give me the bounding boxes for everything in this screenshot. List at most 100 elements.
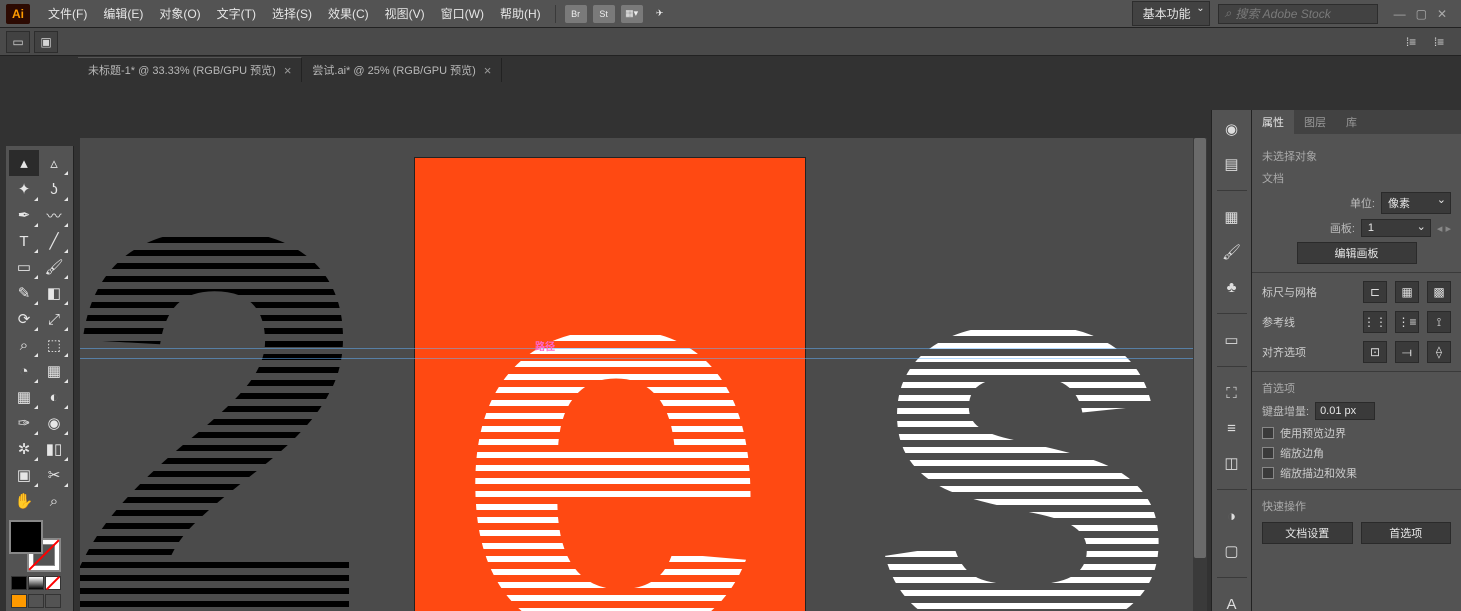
character-panel-icon[interactable]: A [1221, 593, 1243, 611]
symbol-sprayer-tool[interactable]: ✲ [9, 436, 39, 462]
guides-show-icon[interactable]: ⋮⋮ [1363, 311, 1387, 333]
paintbrush-tool[interactable]: 🖌 [39, 254, 69, 280]
workspace-switcher[interactable]: 基本功能 [1132, 1, 1210, 26]
edit-artboards-button[interactable]: 编辑画板 [1297, 242, 1417, 264]
color-panel-icon[interactable]: ◉ [1221, 118, 1243, 140]
minimize-button[interactable]: ― [1394, 7, 1406, 21]
slice-tool[interactable]: ✂ [39, 462, 69, 488]
lasso-tool[interactable]: ʖ [39, 176, 69, 202]
units-select[interactable]: 像素 [1381, 192, 1451, 214]
zoom-tool[interactable]: ⌕ [39, 488, 69, 514]
artboard-tool[interactable]: ▣ [9, 462, 39, 488]
panel-collapse-icon[interactable]: ⁞≡ [1399, 31, 1423, 53]
doc-tab-1[interactable]: 未标题-1* @ 33.33% (RGB/GPU 预览) × [78, 57, 302, 82]
graphic-styles-icon[interactable]: ▢ [1221, 540, 1243, 562]
pen-tool[interactable]: ✒ [9, 202, 39, 228]
draw-inside-icon[interactable] [45, 594, 61, 608]
maximize-button[interactable]: ▢ [1416, 7, 1427, 21]
menu-help[interactable]: 帮助(H) [492, 1, 549, 26]
transform-panel-icon[interactable]: ⛶ [1221, 382, 1243, 404]
scale-tool[interactable]: ⤢ [39, 306, 69, 332]
stock-icon[interactable]: St [593, 5, 615, 23]
document-setup-icon[interactable]: ▣ [34, 31, 58, 53]
gradient-tool[interactable]: ◐ [39, 384, 69, 410]
magic-wand-tool[interactable]: ✦ [9, 176, 39, 202]
menu-effect[interactable]: 效果(C) [320, 1, 377, 26]
preferences-button[interactable]: 首选项 [1361, 522, 1452, 544]
ruler-icon[interactable]: ⊏ [1363, 281, 1387, 303]
menu-view[interactable]: 视图(V) [377, 1, 433, 26]
eraser-tool[interactable]: ◧ [39, 280, 69, 306]
menu-select[interactable]: 选择(S) [264, 1, 320, 26]
hand-tool[interactable]: ✋ [9, 488, 39, 514]
guides-lock-icon[interactable]: ⋮≡ [1395, 311, 1419, 333]
artboard-stepper[interactable]: ◂ ▸ [1437, 222, 1451, 235]
preview-bounds-checkbox[interactable] [1262, 427, 1274, 439]
tab-layers[interactable]: 图层 [1294, 110, 1336, 134]
close-button[interactable]: ✕ [1437, 7, 1447, 21]
scroll-thumb[interactable] [1194, 138, 1206, 558]
stroke-panel-icon[interactable]: ▭ [1221, 329, 1243, 351]
color-mode-icon[interactable] [11, 576, 27, 590]
line-tool[interactable]: ╱ [39, 228, 69, 254]
draw-behind-icon[interactable] [28, 594, 44, 608]
color-guide-icon[interactable]: ▤ [1221, 153, 1243, 175]
artboard-select[interactable]: 1 [1361, 219, 1431, 237]
no-selection-label: 未选择对象 [1262, 148, 1451, 164]
tab-properties[interactable]: 属性 [1252, 110, 1294, 134]
graph-tool[interactable]: ▮▯ [39, 436, 69, 462]
free-transform-tool[interactable]: ⬚ [39, 332, 69, 358]
rectangle-tool[interactable]: ▭ [9, 254, 39, 280]
scale-strokes-checkbox[interactable] [1262, 467, 1274, 479]
symbols-panel-icon[interactable]: ♣ [1221, 276, 1243, 298]
keyboard-increment-input[interactable]: 0.01 px [1315, 402, 1375, 420]
menu-window[interactable]: 窗口(W) [433, 1, 492, 26]
direct-selection-tool[interactable]: ▵ [39, 150, 69, 176]
close-icon[interactable]: × [484, 63, 492, 78]
menu-file[interactable]: 文件(F) [40, 1, 95, 26]
rotate-tool[interactable]: ⟳ [9, 306, 39, 332]
swatches-panel-icon[interactable]: ▦ [1221, 206, 1243, 228]
transparency-grid-icon[interactable]: ▩ [1427, 281, 1451, 303]
mesh-tool[interactable]: ▦ [9, 384, 39, 410]
shape-builder-tool[interactable]: ◔ [9, 358, 39, 384]
grid-icon[interactable]: ▦ [1395, 281, 1419, 303]
smart-guides-icon[interactable]: ⟟ [1427, 311, 1451, 333]
selection-tool[interactable]: ▴ [9, 150, 39, 176]
eyedropper-tool[interactable]: ✑ [9, 410, 39, 436]
blend-tool[interactable]: ◉ [39, 410, 69, 436]
shaper-tool[interactable]: ✎ [9, 280, 39, 306]
doc-tab-2[interactable]: 尝试.ai* @ 25% (RGB/GPU 预览) × [302, 58, 502, 82]
no-selection-icon[interactable]: ▭ [6, 31, 30, 53]
gradient-mode-icon[interactable] [28, 576, 44, 590]
arrange-docs-icon[interactable]: ▦▾ [621, 5, 643, 23]
gpu-icon[interactable]: ✈ [649, 5, 671, 23]
draw-normal-icon[interactable] [11, 594, 27, 608]
menu-object[interactable]: 对象(O) [151, 1, 208, 26]
fill-swatch[interactable] [9, 520, 43, 554]
snap-point-icon[interactable]: ⊡ [1363, 341, 1387, 363]
menu-type[interactable]: 文字(T) [209, 1, 264, 26]
panel-menu-icon[interactable]: ⁞≡ [1427, 31, 1451, 53]
type-tool[interactable]: T [9, 228, 39, 254]
appearance-panel-icon[interactable]: ◑ [1221, 505, 1243, 527]
search-input[interactable]: ⌕ 搜索 Adobe Stock [1218, 4, 1378, 24]
canvas[interactable]: 2 e s 路径 [80, 138, 1207, 611]
none-mode-icon[interactable] [45, 576, 61, 590]
width-tool[interactable]: ⌕ [9, 332, 39, 358]
menu-edit[interactable]: 编辑(E) [95, 1, 151, 26]
pathfinder-panel-icon[interactable]: ◫ [1221, 452, 1243, 474]
close-icon[interactable]: × [284, 63, 292, 78]
brushes-panel-icon[interactable]: 🖌 [1221, 241, 1243, 263]
vertical-scrollbar[interactable] [1193, 138, 1207, 611]
align-panel-icon[interactable]: ≡ [1221, 417, 1243, 439]
snap-pixel-icon[interactable]: ⟞ [1395, 341, 1419, 363]
perspective-tool[interactable]: ▦ [39, 358, 69, 384]
snap-grid-icon[interactable]: ⟠ [1427, 341, 1451, 363]
curvature-tool[interactable]: 〰 [39, 202, 69, 228]
fill-stroke-swatches[interactable] [9, 520, 63, 574]
tab-libraries[interactable]: 库 [1336, 110, 1367, 134]
bridge-icon[interactable]: Br [565, 5, 587, 23]
scale-corners-checkbox[interactable] [1262, 447, 1274, 459]
document-setup-button[interactable]: 文档设置 [1262, 522, 1353, 544]
